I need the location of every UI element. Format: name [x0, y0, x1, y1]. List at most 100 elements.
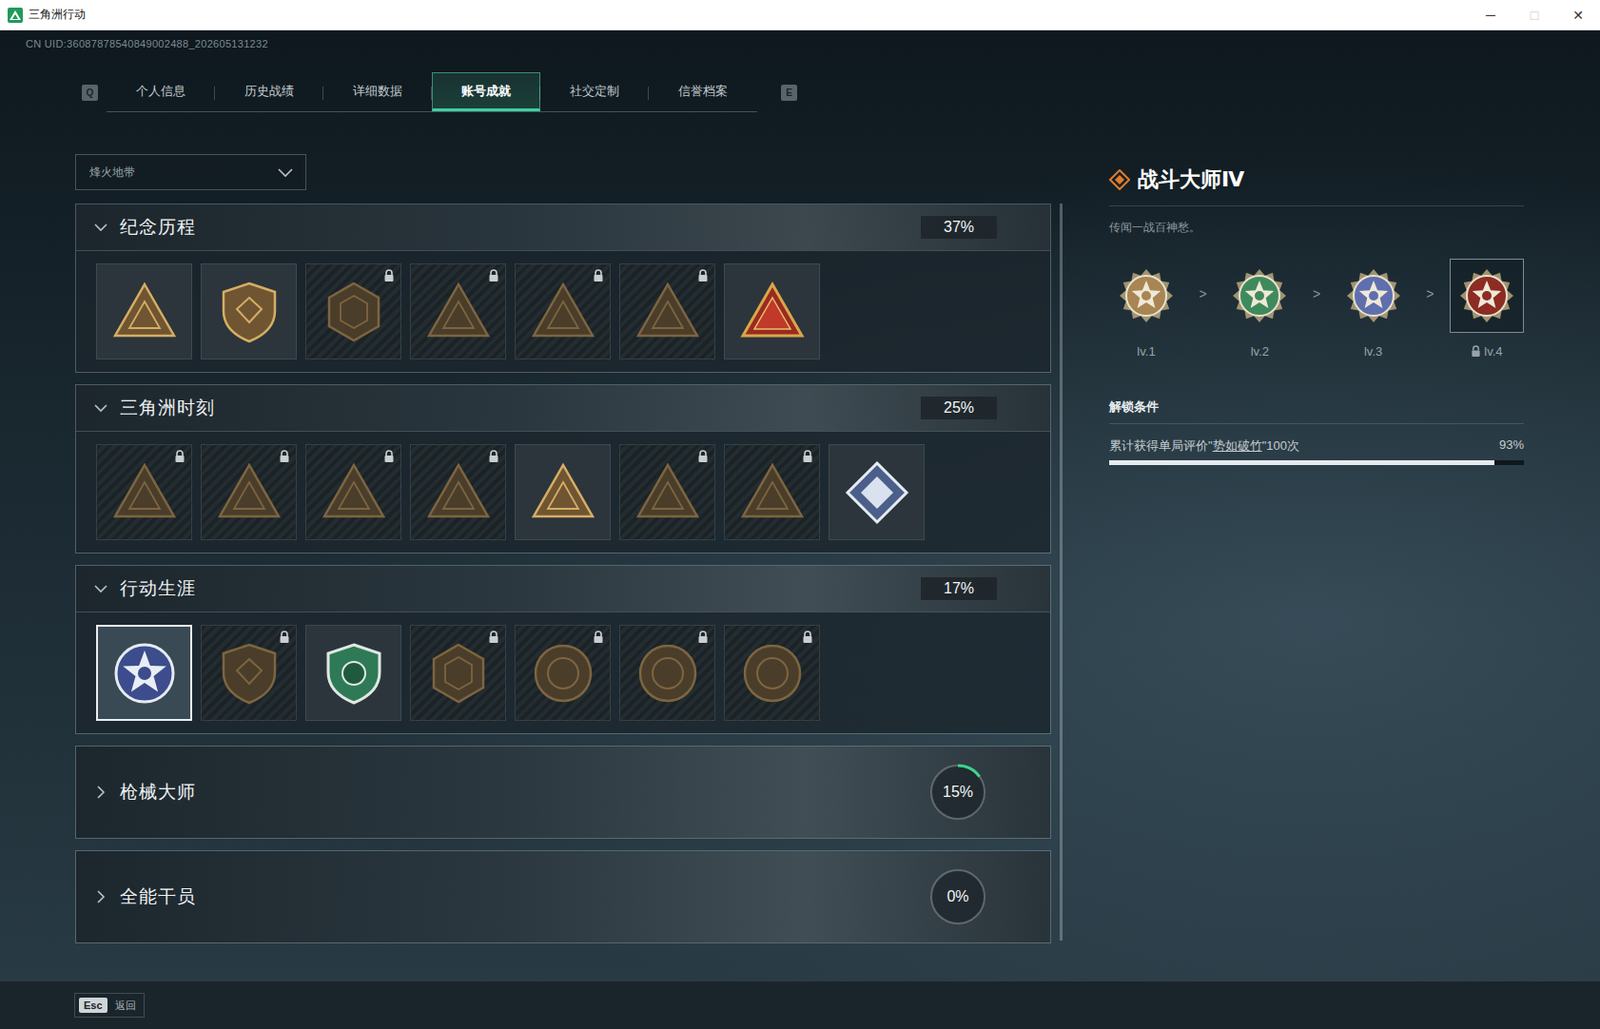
level-item[interactable]: lv.2 — [1222, 258, 1297, 359]
tab[interactable]: 详细数据 — [323, 72, 432, 112]
lock-icon — [697, 630, 709, 644]
chevron-down-icon — [93, 581, 109, 597]
medal-frame — [1449, 258, 1524, 333]
lock-icon — [174, 449, 186, 464]
badge[interactable] — [200, 263, 297, 360]
level-item[interactable]: lv.4 — [1449, 258, 1524, 359]
unlock-progress — [1109, 460, 1524, 466]
badge[interactable] — [200, 444, 297, 541]
section-percent: 17% — [920, 577, 997, 601]
section-title: 枪械大师 — [119, 780, 196, 805]
section-header[interactable]: 三角洲时刻25% — [76, 385, 1051, 431]
badge[interactable] — [723, 263, 820, 360]
diamond-icon — [1109, 169, 1131, 191]
badge-emblem-icon — [425, 640, 492, 707]
badge-emblem-icon — [111, 278, 178, 346]
section-title: 纪念历程 — [119, 214, 196, 240]
achievement-section: 全能干员 0% — [75, 850, 1052, 944]
level-item[interactable]: lv.3 — [1336, 258, 1411, 359]
badge-emblem-icon — [320, 278, 388, 346]
level-label: lv.4 — [1470, 344, 1503, 359]
section-header[interactable]: 枪械大师15% — [76, 746, 1051, 839]
window-control-button[interactable]: ✕ — [1556, 0, 1600, 30]
lock-icon — [801, 449, 814, 464]
badge-emblem-icon — [634, 459, 702, 527]
badge[interactable] — [409, 263, 507, 360]
back-button[interactable]: Esc返回 — [74, 993, 145, 1018]
badge[interactable] — [200, 624, 297, 722]
badge[interactable] — [96, 624, 193, 722]
level-separator: > — [1312, 286, 1321, 302]
tab-bar: Q 个人信息历史战绩详细数据账号成就社交定制信誉档案 E — [81, 72, 1600, 113]
section-header[interactable]: 纪念历程37% — [76, 204, 1051, 251]
badge-emblem-icon — [215, 459, 283, 527]
lock-icon — [487, 269, 500, 283]
badge[interactable] — [514, 444, 611, 541]
achievement-section: 行动生涯17% — [75, 565, 1052, 735]
window-controls: ─□✕ — [1468, 0, 1600, 30]
medal-frame — [1336, 258, 1411, 333]
level-label: lv.1 — [1136, 344, 1155, 359]
window-control-button[interactable]: □ — [1512, 0, 1557, 30]
achievement-section: 三角洲时刻25% — [75, 384, 1052, 554]
badge[interactable] — [96, 263, 193, 360]
chevron-right-icon — [93, 784, 109, 800]
badge[interactable] — [409, 624, 507, 722]
section-title: 全能干员 — [119, 884, 196, 910]
badge-emblem-icon — [634, 640, 702, 707]
lock-icon — [697, 269, 709, 283]
section-header[interactable]: 行动生涯17% — [76, 565, 1051, 612]
badge-emblem-icon — [111, 459, 178, 527]
badge[interactable] — [305, 444, 402, 541]
badge[interactable] — [409, 444, 507, 541]
badge[interactable] — [514, 263, 611, 360]
badge-row — [76, 430, 1051, 553]
mode-dropdown-value: 烽火地带 — [89, 164, 136, 181]
badge[interactable] — [305, 263, 402, 360]
tab[interactable]: 历史战绩 — [214, 72, 324, 112]
tab[interactable]: 信誉档案 — [648, 72, 758, 112]
medal-icon — [1118, 268, 1174, 324]
badge[interactable] — [305, 624, 402, 722]
achievement-section: 纪念历程37% — [75, 203, 1052, 373]
badge-row — [76, 611, 1051, 734]
tab[interactable]: 个人信息 — [106, 72, 215, 112]
badge[interactable] — [514, 624, 611, 722]
badge[interactable] — [828, 444, 925, 541]
badge-emblem-icon — [634, 278, 702, 346]
prev-tab-key[interactable]: Q — [81, 84, 98, 101]
section-header[interactable]: 全能干员 0% — [76, 851, 1051, 943]
badge[interactable] — [723, 444, 820, 541]
badge-emblem-icon — [529, 278, 597, 346]
badge[interactable] — [619, 263, 716, 360]
medal-icon — [1459, 268, 1515, 324]
chevron-down-icon — [93, 219, 109, 235]
tab[interactable]: 账号成就 — [431, 72, 541, 112]
level-item[interactable]: lv.1 — [1109, 258, 1184, 359]
main-area: CN UID:36087878540849002488_202605131232… — [0, 30, 1600, 982]
next-tab-key[interactable]: E — [780, 84, 798, 101]
tab[interactable]: 社交定制 — [540, 72, 649, 112]
section-percent: 25% — [920, 396, 997, 420]
window-control-button[interactable]: ─ — [1468, 0, 1513, 30]
mode-dropdown[interactable]: 烽火地带 — [75, 154, 307, 191]
badge-emblem-icon — [843, 459, 911, 527]
badge[interactable] — [619, 624, 716, 722]
badge-emblem-icon — [215, 640, 283, 707]
lock-icon — [278, 630, 291, 644]
condition-link[interactable]: 势如破竹 — [1212, 438, 1263, 453]
scrollbar[interactable] — [1059, 203, 1063, 941]
unlock-progress-fill — [1109, 460, 1495, 466]
badge-emblem-icon — [215, 278, 283, 346]
esc-key: Esc — [78, 997, 108, 1014]
badge[interactable] — [619, 444, 716, 541]
unlock-condition: 累计获得单局评价"势如破竹"100次93% — [1109, 437, 1524, 455]
badge[interactable] — [723, 624, 820, 722]
level-label: lv.3 — [1364, 344, 1383, 359]
badge-emblem-icon — [425, 278, 492, 346]
progress-ring: 0% — [928, 867, 988, 927]
lock-icon — [487, 630, 500, 644]
level-label: lv.2 — [1250, 344, 1269, 359]
medal-icon — [1346, 268, 1402, 324]
badge[interactable] — [96, 444, 193, 541]
